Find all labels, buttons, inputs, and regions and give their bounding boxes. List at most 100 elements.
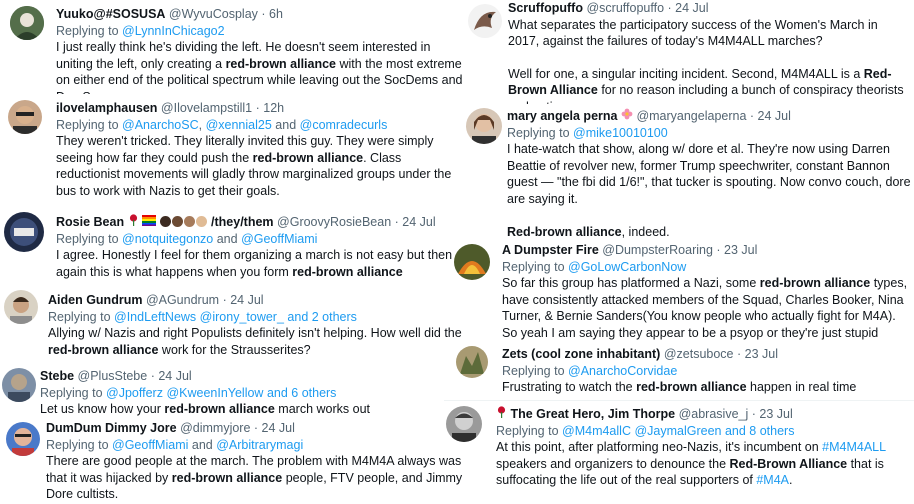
user-handle[interactable]: @PlusStebe	[78, 369, 148, 383]
display-name[interactable]: mary angela perna	[507, 109, 617, 123]
tweet-paragraph: Allying w/ Nazis and right Populists def…	[48, 325, 464, 358]
tweet[interactable]: DumDum Dimmy Jore @dimmyjore · 24 Jul Re…	[0, 418, 466, 504]
avatar[interactable]	[446, 406, 482, 442]
mention-link[interactable]: @notquitegonzo	[122, 232, 213, 246]
avatar[interactable]	[4, 290, 38, 324]
mention-link[interactable]: @AnarchoSC	[122, 118, 199, 132]
display-name[interactable]: Yuuko@#SOSUSA	[56, 7, 165, 21]
tweet[interactable]: A Dumpster Fire @DumpsterRoaring · 23 Ju…	[450, 242, 914, 344]
timestamp[interactable]: · 24 Jul	[223, 293, 264, 307]
avatar[interactable]	[456, 346, 488, 378]
user-handle[interactable]: @Ilovelampstill1	[161, 101, 252, 115]
mention-link[interactable]: @LynnInChicago2	[122, 24, 225, 38]
text-segment: So far this group has platformed a Nazi,…	[502, 276, 760, 291]
mention-link[interactable]: @M4m4allC	[562, 424, 631, 438]
tweet[interactable]: Rosie Bean /they/them @GroovyRosieBean ·…	[0, 208, 466, 286]
display-name[interactable]: Scruffopuffo	[508, 1, 583, 15]
mention-link[interactable]: @AnarchoCorvidae	[568, 364, 677, 378]
mention-link[interactable]: @IndLeftNews	[114, 310, 196, 324]
avatar[interactable]	[6, 422, 40, 456]
display-name[interactable]: Aiden Gundrum	[48, 293, 142, 307]
hashtag-link[interactable]: #M4A	[756, 473, 789, 487]
avatar[interactable]	[4, 212, 44, 252]
highlighted-phrase: Red-brown alliance	[507, 224, 622, 239]
tweet-paragraph: At this point, after platforming neo-Naz…	[496, 439, 912, 489]
tweet-paragraph: I hate-watch that show, along w/ dore et…	[507, 141, 912, 207]
raised-fist-emoji-icon	[195, 216, 207, 227]
mention-link[interactable]: @Arbitrarymagi	[216, 438, 303, 452]
timestamp[interactable]: · 24 Jul	[254, 421, 295, 435]
reply-context: Replying to @M4m4allC @JaymalGreen and 8…	[496, 423, 912, 440]
raised-fist-emoji-icon	[183, 216, 195, 227]
tweet-header: Aiden Gundrum @AGundrum · 24 Jul	[48, 292, 464, 309]
timestamp[interactable]: · 23 Jul	[752, 407, 793, 421]
mention-link[interactable]: and 8 others	[725, 424, 795, 438]
display-name[interactable]: DumDum Dimmy Jore	[46, 421, 177, 435]
mention-link[interactable]: @GeoffMiami	[241, 232, 317, 246]
timestamp[interactable]: · 23 Jul	[716, 243, 757, 257]
mention-separator: and	[213, 231, 242, 246]
mention-link[interactable]: @xennial25	[206, 118, 272, 132]
raised-fist-emoji-icon	[159, 216, 171, 227]
tweet[interactable]: Stebe @PlusStebe · 24 Jul Replying to @J…	[0, 366, 466, 418]
mention-link[interactable]: and 6 others	[267, 386, 337, 400]
tweet[interactable]: Aiden Gundrum @AGundrum · 24 Jul Replyin…	[0, 288, 466, 362]
user-handle[interactable]: @GroovyRosieBean	[277, 215, 391, 229]
mention-link[interactable]: @JaymalGreen	[634, 424, 721, 438]
user-handle[interactable]: @scruffopuffo	[586, 1, 664, 15]
mention-link[interactable]: @GoLowCarbonNow	[568, 260, 686, 274]
display-name-suffix[interactable]: /they/them	[211, 215, 274, 229]
highlighted-phrase: red-brown alliance	[48, 342, 159, 357]
tweet-text: Frustrating to watch the red-brown allia…	[502, 379, 912, 396]
hashtag-link[interactable]: #M4M4ALL	[822, 440, 885, 454]
mention-link[interactable]: @mike10010100	[573, 126, 668, 140]
tweet[interactable]: ilovelamphausen @Ilovelampstill1 · 12h R…	[0, 96, 466, 206]
avatar[interactable]	[8, 100, 42, 134]
mention-link[interactable]: and 2 others	[287, 310, 357, 324]
avatar[interactable]	[2, 368, 36, 402]
display-name[interactable]: Stebe	[40, 369, 74, 383]
display-name[interactable]: A Dumpster Fire	[502, 243, 599, 257]
avatar[interactable]	[466, 108, 502, 144]
tweet-text: I just really think he's dividing the le…	[56, 39, 464, 94]
timestamp[interactable]: · 24 Jul	[750, 109, 791, 123]
user-handle[interactable]: @maryangelaperna	[636, 109, 746, 123]
display-name[interactable]: Zets (cool zone inhabitant)	[502, 347, 660, 361]
avatar[interactable]	[10, 6, 44, 40]
text-segment: Frustrating to watch the	[502, 380, 637, 395]
tweet[interactable]: mary angela perna @maryangelaperna · 24 …	[466, 108, 914, 242]
mention-link[interactable]: @GeoffMiami	[112, 438, 188, 452]
user-handle[interactable]: @AGundrum	[146, 293, 219, 307]
tweet[interactable]: Zets (cool zone inhabitant) @zetsuboce ·…	[450, 344, 914, 402]
timestamp[interactable]: · 24 Jul	[151, 369, 192, 383]
user-handle[interactable]: @DumpsterRoaring	[602, 243, 713, 257]
tweet-header: DumDum Dimmy Jore @dimmyjore · 24 Jul	[46, 420, 464, 437]
user-handle[interactable]: @dimmyjore	[180, 421, 250, 435]
tweet[interactable]: The Great Hero, Jim Thorpe @abrasive_j ·…	[444, 402, 914, 504]
tweet[interactable]: Yuuko@#SOSUSA @WyvuCosplay · 6h Replying…	[0, 0, 466, 94]
mention-link[interactable]: @irony_tower_	[200, 310, 284, 324]
user-handle[interactable]: @WyvuCosplay	[169, 7, 258, 21]
user-handle[interactable]: @zetsuboce	[664, 347, 734, 361]
tweet-text: I agree. Honestly I feel for them organi…	[56, 247, 464, 280]
mention-link[interactable]: @Jpofferz	[106, 386, 163, 400]
tweet[interactable]: Scruffopuffo @scruffopuffo · 24 Jul What…	[466, 0, 914, 104]
timestamp[interactable]: · 6h	[261, 7, 283, 21]
display-name[interactable]: The Great Hero, Jim Thorpe	[510, 407, 675, 421]
timestamp[interactable]: · 12h	[256, 101, 285, 115]
timestamp[interactable]: · 23 Jul	[737, 347, 778, 361]
display-name[interactable]: Rosie Bean	[56, 215, 124, 229]
user-handle[interactable]: @abrasive_j	[679, 407, 749, 421]
avatar-image	[456, 346, 488, 378]
timestamp[interactable]: · 24 Jul	[668, 1, 709, 15]
timestamp[interactable]: · 24 Jul	[395, 215, 436, 229]
tweet-text: What separates the participatory success…	[508, 17, 912, 104]
avatar[interactable]	[454, 244, 490, 280]
tweet-paragraph: They weren't tricked. They literally inv…	[56, 133, 464, 199]
display-name[interactable]: ilovelamphausen	[56, 101, 157, 115]
avatar[interactable]	[468, 4, 502, 38]
avatar-image	[6, 422, 40, 456]
mention-link[interactable]: @comradecurls	[300, 118, 388, 132]
tweet-header: Zets (cool zone inhabitant) @zetsuboce ·…	[502, 346, 912, 363]
mention-link[interactable]: @KweenInYellow	[166, 386, 263, 400]
